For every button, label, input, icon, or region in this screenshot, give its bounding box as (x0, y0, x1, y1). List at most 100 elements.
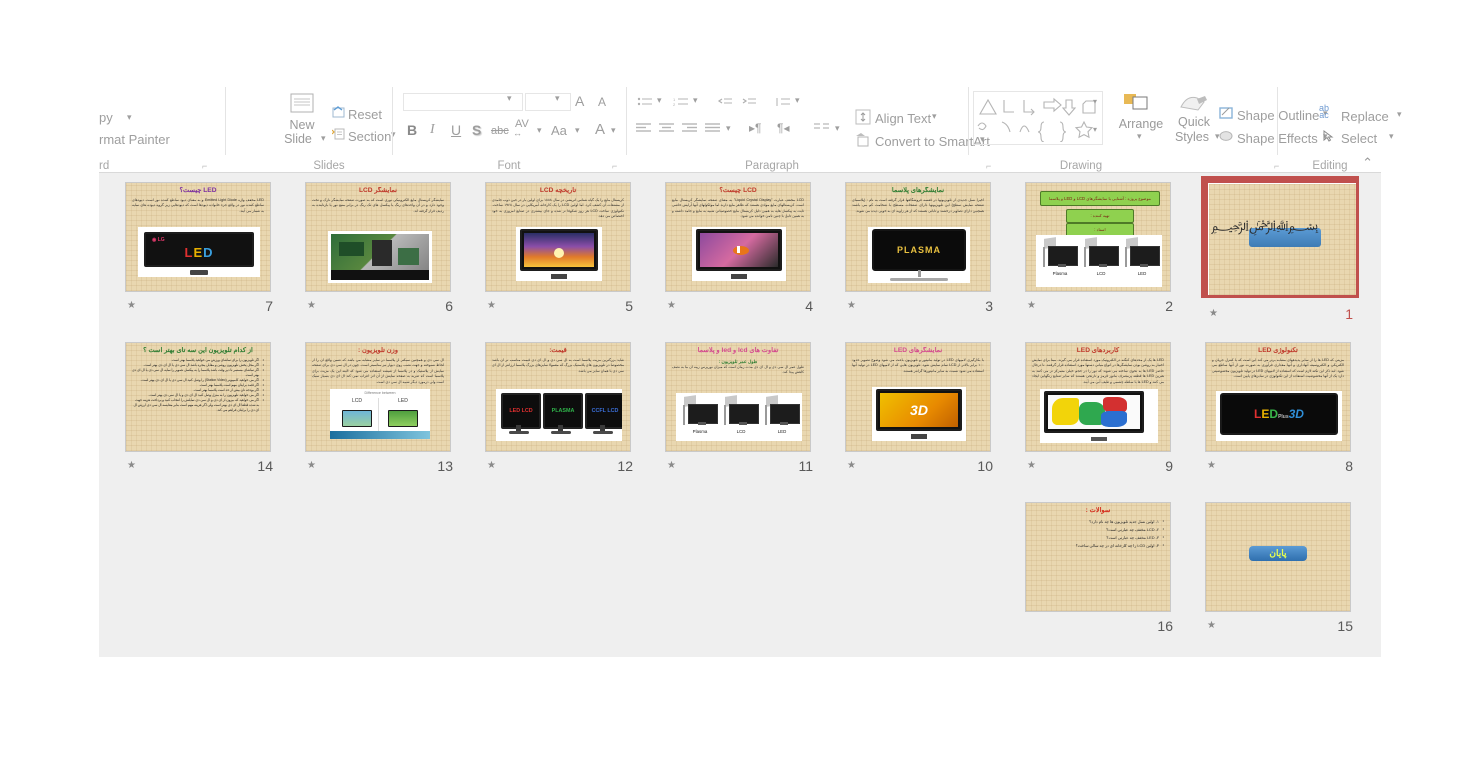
select-chevron-down-icon[interactable]: ▾ (1389, 131, 1394, 142)
change-case-button[interactable]: Aa (551, 123, 567, 138)
font-size-chevron-down-icon[interactable]: ▾ (555, 93, 560, 104)
font-color-button[interactable]: A (595, 121, 605, 138)
slide-thumbnail-2[interactable]: موضوع پروژه : آشنایی با نمایشگرهای LCD و… (1025, 182, 1175, 332)
collapse-ribbon-chevron-up-icon[interactable]: ⌃ (1362, 155, 1373, 171)
select-arrow-icon[interactable] (1321, 129, 1335, 148)
section-icon[interactable] (331, 127, 346, 146)
slide-animation-star-icon[interactable]: ★ (487, 300, 496, 311)
arrange-icon[interactable] (1123, 93, 1153, 116)
quick-styles-label-2[interactable]: Styles (1167, 130, 1217, 144)
replace-chevron-down-icon[interactable]: ▾ (1397, 109, 1402, 120)
new-slide-label-1[interactable]: New (273, 118, 331, 132)
slide-thumbnail-3[interactable]: نمایشگرهای پلاسما اخیرا نسل جدیدی از تلوی… (845, 182, 995, 332)
slide-thumbnail-image[interactable]: از کدام تلویزیون این سه تای بهتر است ؟ اگ… (125, 342, 271, 452)
slide-sorter-pane[interactable]: LED چیست؟ LED مخفف واژه Emitted Light Dio… (99, 173, 1381, 657)
slide-thumbnail-4[interactable]: LCD چیست؟ LCD مخفف عبارت "Liquid Crystal … (665, 182, 815, 332)
shrink-font-button[interactable]: A (598, 95, 606, 109)
new-slide-icon[interactable] (279, 93, 325, 119)
numbering-icon[interactable]: 12 (673, 95, 689, 113)
slide-thumbnail-image[interactable]: تکنولوژی LED مزیتی که LED ها را از سایر پ… (1205, 342, 1351, 452)
slide-animation-star-icon[interactable]: ★ (1209, 308, 1218, 319)
text-shadow-button[interactable]: S (472, 122, 481, 138)
slide-animation-star-icon[interactable]: ★ (1207, 620, 1216, 631)
reset-icon[interactable] (332, 105, 346, 124)
align-left-icon[interactable] (635, 121, 653, 140)
slide-thumbnail-image[interactable]: سوالات : ۱- اولین نسل جدید تلویزیون ها چه… (1025, 502, 1171, 612)
slide-animation-star-icon[interactable]: ★ (847, 300, 856, 311)
font-dialog-launcher-icon[interactable]: ⌐ (612, 162, 621, 171)
slide-thumbnail-image[interactable]: پایان (1205, 502, 1351, 612)
select-button[interactable]: Select (1341, 131, 1377, 146)
copy-button[interactable]: py (99, 110, 113, 125)
bullets-chevron-down-icon[interactable]: ▾ (657, 95, 662, 106)
align-text-chevron-down-icon[interactable]: ▾ (932, 111, 937, 122)
slide-animation-star-icon[interactable]: ★ (307, 460, 316, 471)
slide-animation-star-icon[interactable]: ★ (307, 300, 316, 311)
slide-thumbnail-image[interactable]: قیمت: شاید بزرگترین مزیت پلاسما است به ال… (485, 342, 631, 452)
slide-thumbnail-image[interactable]: تفاوت های lcd و led و پلاسما طول عمر تلوی… (665, 342, 811, 452)
slide-thumbnail-selected[interactable]: ﷽ (1201, 176, 1359, 298)
slide-thumbnail-10[interactable]: نمایشگرهای LED با بکارگیری لامپهای LED در… (845, 342, 995, 492)
slide-thumbnail-1[interactable]: ﷽ ★ 1 (1201, 176, 1359, 332)
slide-animation-star-icon[interactable]: ★ (127, 300, 136, 311)
decrease-indent-icon[interactable] (717, 95, 733, 113)
section-button[interactable]: Section (348, 129, 391, 144)
slide-animation-star-icon[interactable]: ★ (1027, 460, 1036, 471)
slide-thumbnail-12[interactable]: قیمت: شاید بزرگترین مزیت پلاسما است به ال… (485, 342, 635, 492)
font-family-chevron-down-icon[interactable]: ▾ (507, 93, 512, 104)
slide-thumbnail-image[interactable]: نمایشگر LCD نمایشگر کریستال مایع الکترونی… (305, 182, 451, 292)
slide-thumbnail-image[interactable]: نمایشگرهای پلاسما اخیرا نسل جدیدی از تلوی… (845, 182, 991, 292)
slide-animation-star-icon[interactable]: ★ (847, 460, 856, 471)
slide-thumbnail-14[interactable]: از کدام تلویزیون این سه تای بهتر است ؟ اگ… (125, 342, 275, 492)
bold-button[interactable]: B (407, 122, 417, 138)
new-slide-label-2[interactable]: Slide (273, 132, 323, 146)
slide-thumbnail-11[interactable]: تفاوت های lcd و led و پلاسما طول عمر تلوی… (665, 342, 815, 492)
clipboard-dialog-launcher-icon[interactable]: ⌐ (202, 162, 211, 171)
quick-styles-label-1[interactable]: Quick (1169, 115, 1219, 129)
bullets-icon[interactable] (637, 95, 653, 113)
slide-thumbnail-image[interactable]: نمایشگرهای LED با بکارگیری لامپهای LED در… (845, 342, 991, 452)
spacing-chevron-down-icon[interactable]: ▾ (537, 125, 542, 136)
align-text-button[interactable]: Align Text (875, 111, 931, 126)
line-spacing-icon[interactable] (775, 95, 791, 113)
slide-thumbnail-image[interactable]: LCD چیست؟ LCD مخفف عبارت "Liquid Crystal … (665, 182, 811, 292)
shape-outline-icon[interactable] (1219, 106, 1233, 125)
slide-thumbnail-13[interactable]: وزن تلویزیون : ال سی دی و همچنین سبکتر از… (305, 342, 455, 492)
slide-thumbnail-16[interactable]: سوالات : ۱- اولین نسل جدید تلویزیون ها چه… (1025, 502, 1175, 652)
slide-thumbnail-image[interactable]: موضوع پروژه : آشنایی با نمایشگرهای LCD و… (1025, 182, 1171, 292)
slide-thumbnail-15[interactable]: پایان ★ 15 (1205, 502, 1355, 652)
slide-animation-star-icon[interactable]: ★ (667, 300, 676, 311)
align-chevron-down-icon[interactable]: ▾ (726, 123, 731, 134)
chevron-down-icon[interactable]: ▾ (127, 112, 132, 123)
align-text-icon[interactable] (855, 109, 871, 130)
shapes-more-chevron-icon[interactable]: ▾ (1093, 97, 1097, 106)
align-right-icon[interactable] (681, 121, 699, 140)
arrange-chevron-down-icon[interactable]: ▾ (1137, 131, 1142, 142)
slide-thumbnail-9[interactable]: کاربردهای LED LED ها یک از محدهای کنگنه د… (1025, 342, 1175, 492)
ltr-direction-icon[interactable]: ▸¶ (749, 121, 761, 135)
increase-indent-icon[interactable] (741, 95, 757, 113)
numbering-chevron-down-icon[interactable]: ▾ (693, 95, 698, 106)
align-center-icon[interactable] (658, 121, 676, 140)
replace-button[interactable]: Replace (1341, 109, 1389, 124)
slide-thumbnail-5[interactable]: تاریخچه LCD کریستال مایع را یک گیاه شناس … (485, 182, 635, 332)
grow-font-button[interactable]: A (575, 93, 584, 109)
shape-effects-icon[interactable] (1219, 129, 1233, 148)
slide-thumbnail-6[interactable]: نمایشگر LCD نمایشگر کریستال مایع الکترونی… (305, 182, 455, 332)
convert-to-smartart-icon[interactable] (855, 132, 871, 153)
font-color-chevron-down-icon[interactable]: ▾ (611, 125, 616, 136)
slide-animation-star-icon[interactable]: ★ (1027, 300, 1036, 311)
columns-chevron-down-icon[interactable]: ▾ (835, 123, 840, 134)
slide-animation-star-icon[interactable]: ★ (1207, 460, 1216, 471)
replace-icon[interactable]: ab ac (1319, 104, 1329, 120)
change-case-chevron-down-icon[interactable]: ▾ (575, 125, 580, 136)
justify-icon[interactable] (704, 121, 722, 140)
slide-thumbnail-image[interactable]: کاربردهای LED LED ها یک از محدهای کنگنه د… (1025, 342, 1171, 452)
font-family-combobox[interactable] (403, 93, 523, 111)
slide-animation-star-icon[interactable]: ★ (127, 460, 136, 471)
slide-animation-star-icon[interactable]: ★ (667, 460, 676, 471)
format-painter-button[interactable]: rmat Painter (99, 132, 170, 147)
line-spacing-chevron-down-icon[interactable]: ▾ (795, 95, 800, 106)
slide-thumbnail-image[interactable]: وزن تلویزیون : ال سی دی و همچنین سبکتر از… (305, 342, 451, 452)
slide-thumbnail-image[interactable]: تاریخچه LCD کریستال مایع را یک گیاه شناس … (485, 182, 631, 292)
